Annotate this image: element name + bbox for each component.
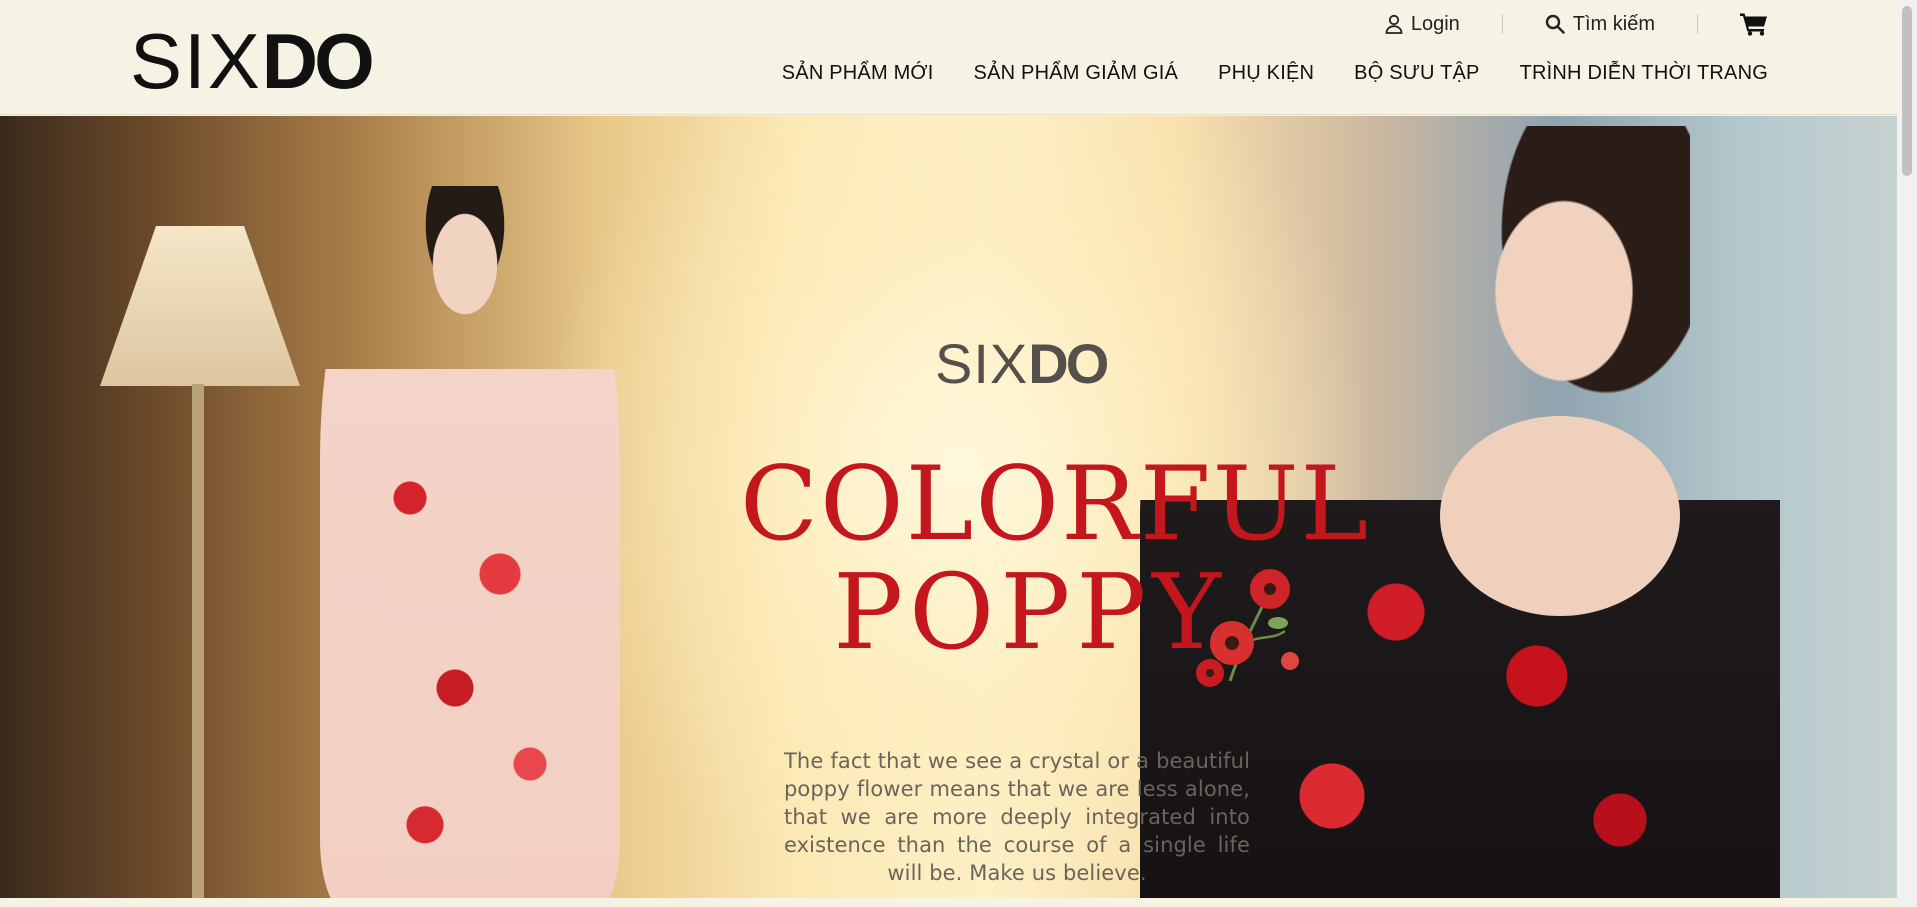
model-left-figure (320, 156, 620, 898)
nav-item-fashion-shows[interactable]: TRÌNH DIỄN THỜI TRANG (1520, 62, 1768, 85)
cart-icon (1740, 12, 1768, 36)
cart-button[interactable] (1740, 12, 1768, 36)
top-utility-bar: Login Tìm kiếm (1385, 10, 1768, 38)
lamp-shade-decoration (100, 226, 300, 386)
site-logo[interactable]: SIXDO (130, 22, 375, 100)
site-header: SIXDO Login Tìm kiếm SẢN PHẨM MỚI SẢN PH… (0, 0, 1897, 115)
nav-item-sale-products[interactable]: SẢN PHẨM GIẢM GIÁ (974, 62, 1179, 85)
below-fold-strip (0, 898, 1897, 907)
page-scrollbar[interactable] (1897, 0, 1917, 907)
login-link[interactable]: Login (1385, 13, 1460, 36)
hero-description: The fact that we see a crystal or a beau… (784, 749, 1250, 885)
lamp-pole-decoration (192, 384, 204, 898)
hero-brand-thin: SIX (935, 332, 1029, 395)
main-nav: SẢN PHẨM MỚI SẢN PHẨM GIẢM GIÁ PHỤ KIỆN … (782, 62, 1768, 85)
model-right-shoulder (1440, 416, 1680, 616)
hero-title-line1: COLORFUL (740, 445, 1371, 564)
nav-item-collections[interactable]: BỘ SƯU TẬP (1354, 62, 1479, 85)
topbar-divider (1501, 14, 1503, 34)
topbar-divider (1697, 14, 1698, 34)
hero-brand-logo: SIXDO (935, 336, 1109, 392)
logo-bold-part: DO (261, 17, 375, 105)
search-link[interactable]: Tìm kiếm (1545, 13, 1655, 36)
nav-item-new-products[interactable]: SẢN PHẨM MỚI (782, 62, 934, 85)
hero-banner[interactable]: SIXDO COLORFUL POPPY The fact that we se… (0, 116, 1897, 898)
user-icon (1385, 14, 1403, 34)
hero-brand-bold: DO (1028, 332, 1109, 395)
poppy-flower-icon (1196, 569, 1299, 687)
model-right-head (1480, 126, 1690, 426)
logo-thin-part: SIX (130, 17, 262, 105)
scrollbar-thumb[interactable] (1902, 6, 1912, 176)
search-label: Tìm kiếm (1572, 12, 1655, 35)
nav-item-accessories[interactable]: PHỤ KIỆN (1218, 62, 1314, 85)
login-label: Login (1410, 12, 1460, 35)
model-left-head (415, 186, 515, 316)
search-icon (1545, 14, 1565, 34)
